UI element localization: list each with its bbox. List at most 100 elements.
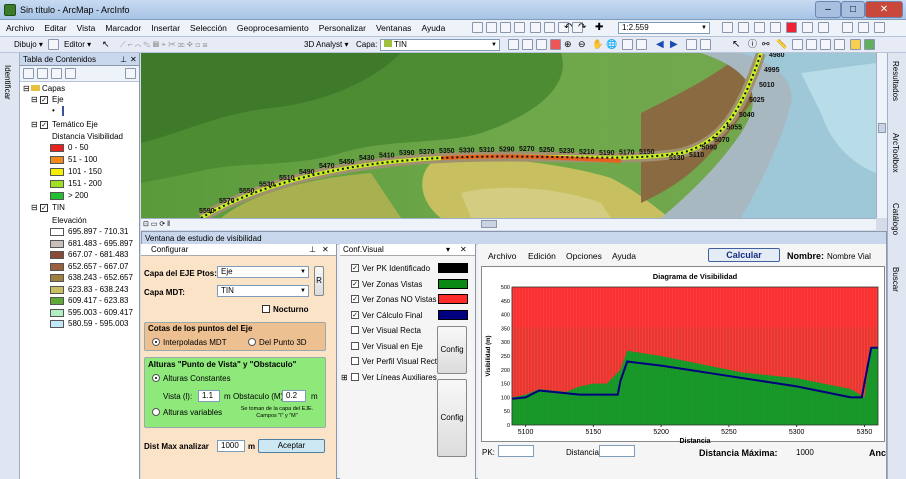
minimize-button[interactable]: – <box>815 1 841 18</box>
cv-color-1[interactable] <box>438 278 468 289</box>
nocturno-checkbox[interactable] <box>262 305 270 313</box>
calcular-button[interactable]: Calcular <box>708 248 780 262</box>
cv-checkbox-3[interactable]: ✓ <box>351 310 359 319</box>
eje-checkbox[interactable]: ✓ <box>40 96 48 104</box>
new-icon[interactable] <box>472 22 483 33</box>
go-to-xy-icon[interactable] <box>834 39 845 50</box>
config-button-2[interactable]: Config <box>437 379 467 457</box>
save-icon[interactable] <box>500 22 511 33</box>
layout-view-icons[interactable]: ⊡ ▭ ⟳ ‖ <box>143 220 170 228</box>
cv-checkbox-6[interactable] <box>351 357 359 365</box>
select-features-icon[interactable] <box>686 39 697 50</box>
edit-tool-icon[interactable]: ↖ <box>102 38 110 51</box>
conf-visual-close-icon[interactable]: ✕ <box>460 245 467 254</box>
map-vertical-scrollbar[interactable] <box>876 53 887 218</box>
select-elements-icon[interactable] <box>48 39 59 50</box>
plugin-icon[interactable] <box>850 39 861 50</box>
analyst-menu[interactable]: 3D Analyst ▾ <box>304 38 349 51</box>
interpolate-icon[interactable] <box>550 39 561 50</box>
menu-1[interactable]: Editar <box>38 20 70 33</box>
copy-icon[interactable] <box>544 22 555 33</box>
scroll-thumb-h[interactable] <box>481 220 497 228</box>
capa-mdt-select[interactable]: TIN ▼ <box>217 285 309 297</box>
list-by-drawing-order-icon[interactable] <box>23 68 34 79</box>
configurar-close-icon[interactable]: ✕ <box>322 245 329 254</box>
html-popup-icon[interactable] <box>792 39 803 50</box>
dibujo-menu[interactable]: Dibujo ▾ <box>14 38 43 51</box>
vista-input[interactable]: 1.1 <box>198 390 220 402</box>
right-tab-1[interactable]: ArcToolbox <box>891 133 900 173</box>
maximize-button[interactable]: □ <box>841 1 865 18</box>
toc-options-icon[interactable] <box>125 68 136 79</box>
expand-eje[interactable]: ⊟ <box>31 95 38 104</box>
find-icon[interactable] <box>842 22 853 33</box>
aceptar-button[interactable]: Aceptar <box>258 439 325 453</box>
delpunto-radio[interactable] <box>248 338 256 346</box>
identify-icon[interactable]: ⓘ <box>748 38 757 51</box>
tin-checkbox[interactable]: ✓ <box>40 204 48 212</box>
tematico-checkbox[interactable]: ✓ <box>40 121 48 129</box>
search-window-icon[interactable] <box>770 22 781 33</box>
config-button-1[interactable]: Config <box>437 326 467 374</box>
conf-visual-pin-icon[interactable]: ▾ <box>446 245 450 254</box>
steepest-path-icon[interactable] <box>522 39 533 50</box>
list-by-selection-icon[interactable] <box>65 68 76 79</box>
select-arrow-icon[interactable]: ↖ <box>732 38 740 51</box>
viewer-menu-0[interactable]: Archivo <box>488 251 516 261</box>
menu-3[interactable]: Marcador <box>99 20 145 33</box>
constantes-radio[interactable] <box>152 374 160 382</box>
expand-tin[interactable]: ⊟ <box>31 203 38 212</box>
list-by-source-icon[interactable] <box>37 68 48 79</box>
scale-combo[interactable]: 1:2.559 ▼ <box>618 22 710 34</box>
toc-pin-icon[interactable]: ⊥ <box>120 55 127 64</box>
variables-radio[interactable] <box>152 408 160 416</box>
cv-checkbox-2[interactable]: ✓ <box>351 295 359 303</box>
toc-close-icon[interactable]: ✕ <box>130 55 137 64</box>
model-builder-icon[interactable] <box>818 22 829 33</box>
menu-0[interactable]: Archivo <box>0 20 38 33</box>
map-horizontal-scrollbar[interactable]: ⊡ ▭ ⟳ ‖ <box>141 218 876 230</box>
cv-checkbox-4[interactable] <box>351 326 359 334</box>
print-icon[interactable] <box>514 22 525 33</box>
undo-icon[interactable]: ↶ <box>564 21 572 34</box>
cv-checkbox-1[interactable]: ✓ <box>351 279 359 288</box>
cv-checkbox-5[interactable] <box>351 341 359 350</box>
cv-color-0[interactable] <box>438 263 468 273</box>
find-binoculars-icon[interactable]: ⚯ <box>762 38 770 51</box>
zoom-out-icon[interactable]: ⊖ <box>578 38 586 51</box>
viewer-menu-2[interactable]: Opciones <box>566 251 602 261</box>
editor-toolbar-icon[interactable] <box>722 22 733 33</box>
menu-9[interactable]: Ayuda <box>415 20 449 33</box>
measure-tool-icon[interactable]: 📏 <box>776 38 787 51</box>
time-slider-icon[interactable] <box>806 39 817 50</box>
right-tab-0[interactable]: Resultados <box>891 61 900 101</box>
capa-eje-select[interactable]: Eje ▼ <box>217 266 309 278</box>
capas-label[interactable]: Capas <box>42 84 65 93</box>
eje-label[interactable]: Eje <box>52 95 64 104</box>
tin-label[interactable]: TIN <box>52 203 65 212</box>
measure-icon[interactable] <box>858 22 869 33</box>
plugin2-icon[interactable] <box>864 39 875 50</box>
clear-selection-icon[interactable] <box>700 39 711 50</box>
zoom-in-icon[interactable]: ⊕ <box>564 38 572 51</box>
menu-6[interactable]: Geoprocesamiento <box>231 20 313 33</box>
tematico-label[interactable]: Temático Eje <box>52 120 98 129</box>
configurar-pin-icon[interactable]: ⊥ <box>309 245 316 254</box>
menu-8[interactable]: Ventanas <box>370 20 415 33</box>
add-data-icon[interactable]: ✚ <box>595 21 603 34</box>
right-tab-3[interactable]: Buscar <box>891 267 900 292</box>
menu-4[interactable]: Insertar <box>145 20 184 33</box>
catalog-icon[interactable] <box>754 22 765 33</box>
open-icon[interactable] <box>486 22 497 33</box>
map-view[interactable]: 4980 4995 5010 5025 5040 5055 5070 5090 5110 5130… <box>141 53 876 218</box>
expand-capas[interactable]: ⊟ <box>23 84 30 93</box>
toolbox-icon[interactable] <box>786 22 797 33</box>
cut-icon[interactable] <box>530 22 541 33</box>
identificar-tab[interactable]: Identificar <box>3 65 12 100</box>
forward-icon[interactable]: ▶ <box>670 38 678 51</box>
right-tab-2[interactable]: Catálogo <box>891 203 900 235</box>
cv-checkbox-7[interactable] <box>351 372 359 381</box>
expand-tematico[interactable]: ⊟ <box>31 120 38 129</box>
editor-menu[interactable]: Editor ▾ <box>64 38 91 51</box>
back-icon[interactable]: ◀ <box>656 38 664 51</box>
